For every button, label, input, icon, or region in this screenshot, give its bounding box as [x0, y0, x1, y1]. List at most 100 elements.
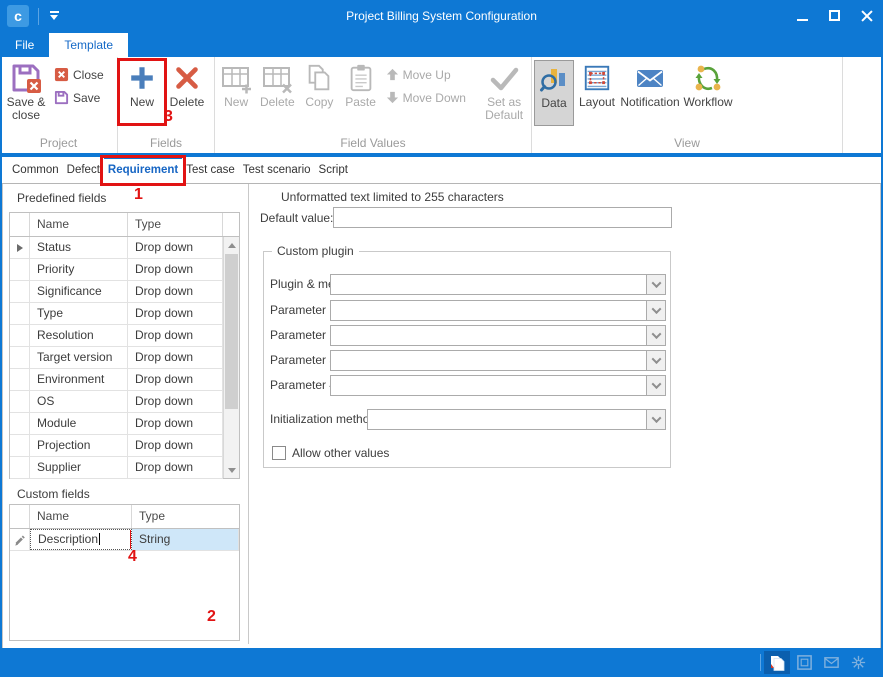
- group-label-field-values: Field Values: [215, 136, 531, 153]
- save-label: Save: [73, 91, 100, 105]
- annotation-number-1: 1: [134, 186, 143, 204]
- maximize-icon: [829, 10, 840, 21]
- close-project-button[interactable]: Close: [50, 63, 108, 86]
- status-layout-view-button[interactable]: [791, 651, 817, 674]
- data-view-button[interactable]: Data: [534, 60, 574, 126]
- tab-script[interactable]: Script: [315, 157, 352, 183]
- save-close-label: Save & close: [2, 96, 50, 122]
- annotation-number-2: 2: [207, 608, 216, 626]
- paste-label: Paste: [345, 96, 376, 109]
- move-up-button: Move Up: [382, 63, 480, 86]
- field-type-description: Unformatted text limited to 255 characte…: [281, 190, 504, 204]
- checkmark-icon: [488, 62, 520, 94]
- plugin-method-combo[interactable]: [330, 274, 666, 295]
- move-down-button: Move Down: [382, 86, 480, 109]
- dropdown-chevron-icon[interactable]: [646, 351, 665, 370]
- dropdown-chevron-icon[interactable]: [646, 326, 665, 345]
- status-notification-view-button[interactable]: [818, 651, 844, 674]
- ribbon-tab-row: File Template: [0, 33, 883, 57]
- tab-file[interactable]: File: [0, 33, 49, 57]
- custom-plugin-group: Custom plugin Plugin & method Parameter …: [263, 244, 671, 468]
- header-scroll-gap: [223, 213, 239, 236]
- initialization-method-combo[interactable]: [367, 409, 666, 430]
- column-header-name[interactable]: Name: [30, 213, 128, 236]
- scrollbar-thumb[interactable]: [225, 254, 238, 409]
- scroll-down-icon[interactable]: [224, 462, 239, 478]
- header-selector-cell: [10, 213, 30, 236]
- default-value-label: Default value:: [260, 208, 333, 229]
- close-button[interactable]: [851, 0, 883, 33]
- annotation-number-3: 3: [164, 108, 173, 126]
- tab-defect[interactable]: Defect: [63, 157, 104, 183]
- parameter3-label: Parameter 3: [270, 350, 336, 371]
- table-row[interactable]: Target version Drop down: [10, 347, 223, 369]
- parameter4-label: Parameter 4: [270, 375, 336, 396]
- predefined-fields-table: Name Type Status Drop down Priority Drop…: [9, 212, 240, 479]
- window-title: Project Billing System Configuration: [0, 0, 883, 33]
- dropdown-chevron-icon[interactable]: [646, 410, 665, 429]
- group-label-project: Project: [0, 136, 117, 153]
- table-row[interactable]: Projection Drop down: [10, 435, 223, 457]
- table-row[interactable]: Type Drop down: [10, 303, 223, 325]
- table-row[interactable]: Module Drop down: [10, 413, 223, 435]
- table-row[interactable]: Supplier Drop down: [10, 457, 223, 479]
- column-header-type[interactable]: Type: [128, 213, 223, 236]
- new-field-button[interactable]: New: [120, 60, 164, 126]
- close-x-icon: [54, 67, 69, 82]
- table-row[interactable]: Significance Drop down: [10, 281, 223, 303]
- active-tab-indicator: [104, 157, 182, 159]
- column-header-name[interactable]: Name: [30, 505, 132, 528]
- copy-label: Copy: [305, 96, 333, 109]
- field-name-edit-cell[interactable]: Description: [30, 529, 132, 550]
- tab-test-case[interactable]: Test case: [182, 157, 239, 183]
- parameter3-combo[interactable]: [330, 350, 666, 371]
- status-workflow-view-button[interactable]: [845, 651, 871, 674]
- vertical-scrollbar[interactable]: [223, 237, 239, 478]
- tab-template[interactable]: Template: [49, 33, 128, 57]
- new-field-label: New: [130, 96, 154, 109]
- parameter1-combo[interactable]: [330, 300, 666, 321]
- notification-view-button[interactable]: Notification: [620, 60, 680, 126]
- maximize-button[interactable]: [819, 0, 851, 33]
- workflow-view-button[interactable]: Workflow: [680, 60, 736, 126]
- save-and-close-button[interactable]: Save & close: [2, 60, 50, 126]
- header-selector-cell: [10, 505, 30, 528]
- scroll-up-icon[interactable]: [224, 237, 239, 253]
- status-data-view-button[interactable]: [764, 651, 790, 674]
- paste-button: Paste: [340, 60, 382, 126]
- envelope-icon: [823, 654, 840, 671]
- workflow-snowflake-icon: [850, 654, 867, 671]
- save-button[interactable]: Save: [50, 86, 108, 109]
- initialization-method-label: Initialization method: [270, 409, 376, 430]
- allow-other-values-checkbox[interactable]: [272, 446, 286, 460]
- tab-requirement[interactable]: Requirement: [104, 157, 182, 183]
- table-row[interactable]: Priority Drop down: [10, 259, 223, 281]
- tab-test-scenario[interactable]: Test scenario: [239, 157, 315, 183]
- main-content: Predefined fields Name Type Status Drop …: [2, 184, 881, 648]
- field-type-cell[interactable]: String: [132, 529, 239, 550]
- default-value-input[interactable]: [333, 207, 672, 228]
- ribbon-group-field-values: New Delete Copy: [215, 57, 532, 153]
- custom-fields-title: Custom fields: [17, 487, 90, 501]
- dropdown-chevron-icon[interactable]: [646, 301, 665, 320]
- tab-common[interactable]: Common: [8, 157, 63, 183]
- table-row[interactable]: Status Drop down: [10, 237, 223, 259]
- table-row[interactable]: Environment Drop down: [10, 369, 223, 391]
- parameter2-label: Parameter 2: [270, 325, 336, 346]
- minimize-button[interactable]: [787, 0, 819, 33]
- frame-icon: [796, 654, 813, 671]
- parameter2-combo[interactable]: [330, 325, 666, 346]
- custom-field-row[interactable]: Description String: [10, 529, 239, 551]
- dropdown-chevron-icon[interactable]: [646, 376, 665, 395]
- copy-button: Copy: [299, 60, 339, 126]
- parameter4-combo[interactable]: [330, 375, 666, 396]
- save-close-icon: [10, 62, 42, 94]
- table-row[interactable]: Resolution Drop down: [10, 325, 223, 347]
- allow-other-values-label: Allow other values: [292, 443, 389, 464]
- table-row[interactable]: OS Drop down: [10, 391, 223, 413]
- layout-view-button[interactable]: Layout: [574, 60, 620, 126]
- dropdown-chevron-icon[interactable]: [646, 275, 665, 294]
- delete-value-button: Delete: [255, 60, 299, 126]
- layout-icon: [581, 62, 613, 94]
- column-header-type[interactable]: Type: [132, 505, 239, 528]
